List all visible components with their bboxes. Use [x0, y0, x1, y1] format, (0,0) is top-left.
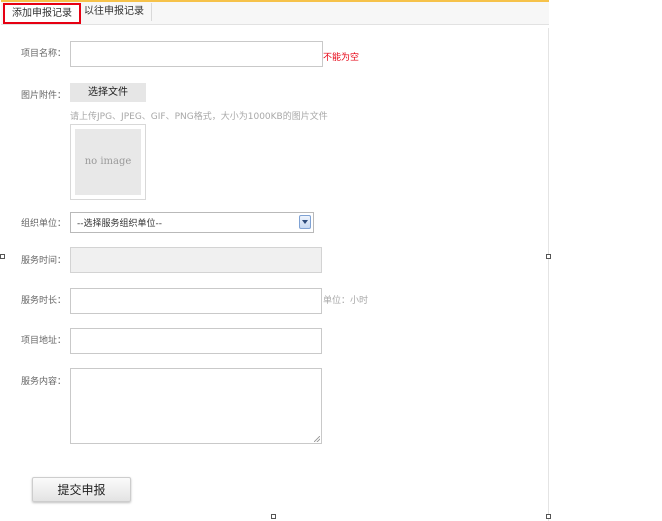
project-address-input[interactable]	[70, 328, 322, 354]
project-address-label: 项目地址：	[21, 336, 67, 346]
resize-grip-icon[interactable]	[314, 436, 320, 442]
submit-button[interactable]: 提交申报	[32, 477, 131, 502]
resize-handle-right[interactable]	[546, 254, 551, 259]
project-name-label: 项目名称：	[21, 49, 67, 59]
form-panel: 添加申报记录 以往申报记录 项目名称： 不能为空 图片附件： 选择文件 请上传J…	[1, 0, 549, 521]
no-image-placeholder: no image	[75, 129, 141, 195]
resize-handle-corner[interactable]	[546, 514, 551, 519]
choose-file-button[interactable]: 选择文件	[70, 83, 146, 102]
organization-label: 组织单位：	[21, 219, 67, 229]
organization-select[interactable]: --选择服务组织单位--	[70, 212, 314, 233]
service-duration-label: 服务时长：	[21, 296, 67, 306]
attachment-label: 图片附件：	[21, 91, 67, 101]
frame-edge-right	[548, 28, 549, 521]
attachment-hint: 请上传JPG、JPEG、GIF、PNG格式，大小为1000KB的图片文件	[70, 112, 328, 122]
organization-selected-value: --选择服务组织单位--	[77, 219, 162, 229]
resize-handle-left[interactable]	[0, 254, 5, 259]
service-time-input[interactable]	[70, 247, 322, 273]
tab-add-record[interactable]: 添加申报记录	[3, 3, 81, 24]
resize-handle-bottom[interactable]	[271, 514, 276, 519]
image-preview: no image	[70, 124, 146, 200]
tab-past-records[interactable]: 以往申报记录	[77, 3, 152, 21]
service-content-textarea[interactable]	[70, 368, 322, 444]
service-time-label: 服务时间：	[21, 256, 67, 266]
chevron-down-icon[interactable]	[299, 215, 311, 229]
tab-strip: 添加申报记录 以往申报记录	[1, 2, 549, 25]
service-duration-input[interactable]	[70, 288, 322, 314]
project-name-input[interactable]	[70, 41, 323, 67]
service-duration-unit: 单位：小时	[323, 296, 369, 306]
service-content-label: 服务内容：	[21, 377, 67, 387]
project-name-error: 不能为空	[323, 53, 360, 63]
